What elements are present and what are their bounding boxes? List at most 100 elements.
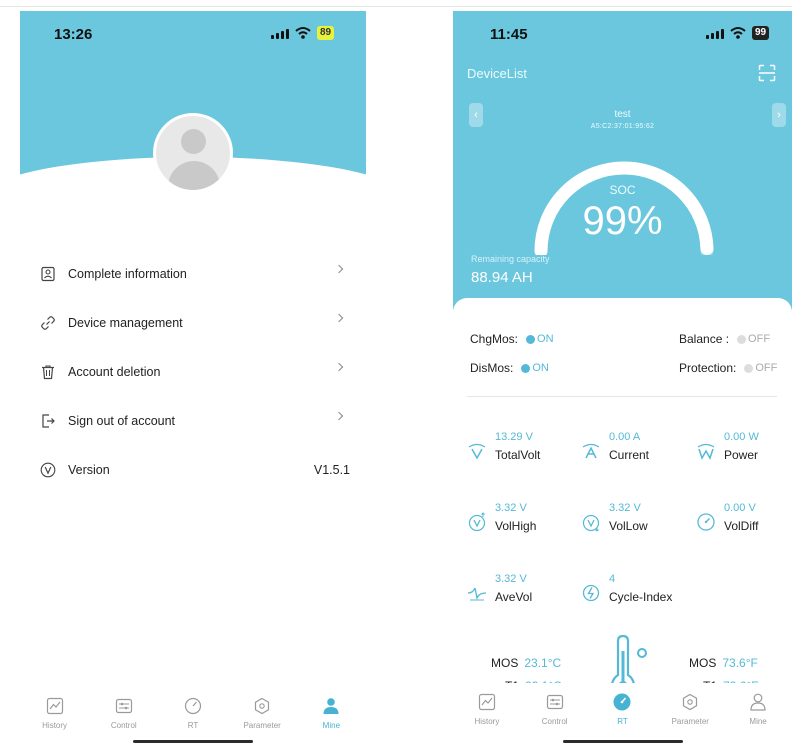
menu-item-sign-out[interactable]: Sign out of account: [40, 396, 350, 445]
tab-label: Mine: [749, 717, 767, 726]
chgmos-label: ChgMos:: [470, 332, 519, 346]
mos-temp-c-value: 23.1°C: [524, 656, 562, 670]
version-value: V1.5.1: [313, 462, 350, 477]
history-chart-icon: [46, 697, 63, 715]
metric-avevol: 3.32 V AveVol: [467, 573, 572, 613]
mos-label: MOS: [491, 656, 519, 670]
bottom-tab-bar: History Control RT Parameter Mine: [453, 683, 792, 745]
tab-label: Parameter: [671, 717, 709, 726]
tab-control[interactable]: Control: [527, 693, 583, 745]
device-list-title[interactable]: DeviceList: [467, 66, 527, 81]
dismos-label: DisMos:: [470, 361, 514, 375]
parameter-hex-icon: [683, 693, 698, 711]
metric-name: VolDiff: [724, 519, 759, 533]
metric-current: 0.00 A Current: [581, 431, 686, 471]
menu-label: Account deletion: [68, 364, 161, 379]
tab-parameter[interactable]: Parameter: [662, 693, 718, 745]
protection-label: Protection:: [679, 361, 737, 375]
tab-label: History: [474, 717, 500, 726]
metric-value: 3.32 V: [495, 502, 527, 514]
tab-rt[interactable]: RT: [163, 697, 223, 745]
tab-label: Parameter: [243, 721, 281, 730]
avatar[interactable]: [153, 113, 233, 193]
metric-name: VolHigh: [495, 519, 537, 533]
status-bar: 13:26 89: [20, 11, 366, 57]
link-icon: [41, 315, 55, 330]
sign-out-icon: [42, 413, 55, 428]
menu-item-version: Version V1.5.1: [40, 445, 350, 494]
chevron-right-icon: [334, 313, 344, 323]
power-icon: [697, 443, 715, 460]
status-time: 11:45: [490, 26, 528, 43]
mos-temp-f: MOS 73.6°F: [689, 656, 758, 670]
remaining-capacity-value: 88.94 AH: [471, 269, 533, 286]
menu-item-device-management[interactable]: Device management: [40, 298, 350, 347]
metric-vollow: 3.32 V VolLow: [581, 502, 686, 542]
history-chart-icon: [478, 693, 495, 711]
tab-label: RT: [617, 717, 628, 726]
mos-temp-f-value: 73.6°F: [722, 656, 758, 670]
home-indicator: [563, 740, 683, 743]
tab-label: History: [42, 721, 68, 730]
scan-icon[interactable]: [758, 64, 776, 82]
chgmos-switch[interactable]: ChgMos: ON: [470, 332, 554, 346]
tab-history[interactable]: History: [25, 697, 85, 745]
avatar-head-icon: [181, 129, 206, 154]
on-indicator-icon: [526, 334, 536, 344]
metric-name: AveVol: [495, 590, 533, 604]
wifi-icon: [730, 27, 746, 39]
tab-rt[interactable]: RT: [594, 693, 650, 745]
signal-icon: [271, 29, 289, 39]
mine-screen: 13:26 89 Complete information Device man…: [20, 11, 366, 745]
control-sliders-icon: [115, 698, 132, 714]
trash-icon: [42, 364, 54, 379]
metric-value: 13.29 V: [495, 431, 533, 443]
protection-state: OFF: [755, 362, 778, 374]
metric-power: 0.00 W Power: [696, 431, 792, 471]
menu-label: Complete information: [68, 266, 187, 281]
mos-label: MOS: [689, 656, 717, 670]
tab-parameter[interactable]: Parameter: [232, 697, 292, 745]
metric-totalvolt: 13.29 V TotalVolt: [467, 431, 572, 471]
metric-value: 0.00 V: [724, 502, 756, 514]
account-menu: Complete information Device management A…: [40, 249, 350, 494]
menu-item-account-deletion[interactable]: Account deletion: [40, 347, 350, 396]
menu-item-complete-information[interactable]: Complete information: [40, 249, 350, 298]
chevron-right-icon: [334, 264, 344, 274]
remaining-capacity-label: Remaining capacity: [471, 254, 550, 264]
off-indicator-icon: [744, 363, 754, 373]
ave-vol-icon: [467, 587, 487, 601]
tab-mine[interactable]: Mine: [730, 693, 786, 745]
tab-label: Control: [541, 717, 568, 726]
dismos-state: ON: [532, 362, 549, 374]
soc-value: 99%: [582, 199, 663, 243]
dismos-switch[interactable]: DisMos: ON: [470, 361, 549, 375]
metric-name: Power: [724, 448, 759, 462]
status-bar: 11:45 99: [453, 11, 792, 57]
metric-volhigh: 3.32 V VolHigh: [467, 502, 572, 542]
mine-user-icon: [323, 698, 339, 714]
balance-switch[interactable]: Balance : OFF: [679, 332, 770, 346]
protection-switch[interactable]: Protection: OFF: [679, 361, 777, 375]
realtime-screen: 11:45 99 DeviceList ‹ › test A5:C2:37:01…: [453, 11, 792, 745]
window-top-line: [0, 6, 792, 7]
vol-low-icon: [582, 514, 600, 532]
metric-voldiff: 0.00 V VolDiff: [696, 502, 792, 542]
balance-state: OFF: [748, 333, 771, 345]
metric-name: Current: [609, 448, 650, 462]
metric-value: 0.00 W: [724, 431, 759, 443]
menu-label: Version: [68, 462, 110, 477]
tab-history[interactable]: History: [459, 693, 515, 745]
bottom-tab-bar: History Control RT Parameter Mine: [20, 685, 366, 745]
home-indicator: [133, 740, 253, 743]
metric-name: VolLow: [609, 519, 648, 533]
tab-mine[interactable]: Mine: [301, 697, 361, 745]
rt-gauge-icon: [184, 697, 202, 715]
tab-control[interactable]: Control: [94, 697, 154, 745]
signal-icon: [706, 29, 724, 39]
vol-diff-icon: [697, 513, 715, 531]
off-indicator-icon: [737, 334, 747, 344]
menu-label: Sign out of account: [68, 413, 176, 428]
cycle-icon: [582, 584, 600, 602]
version-icon: [40, 462, 56, 477]
